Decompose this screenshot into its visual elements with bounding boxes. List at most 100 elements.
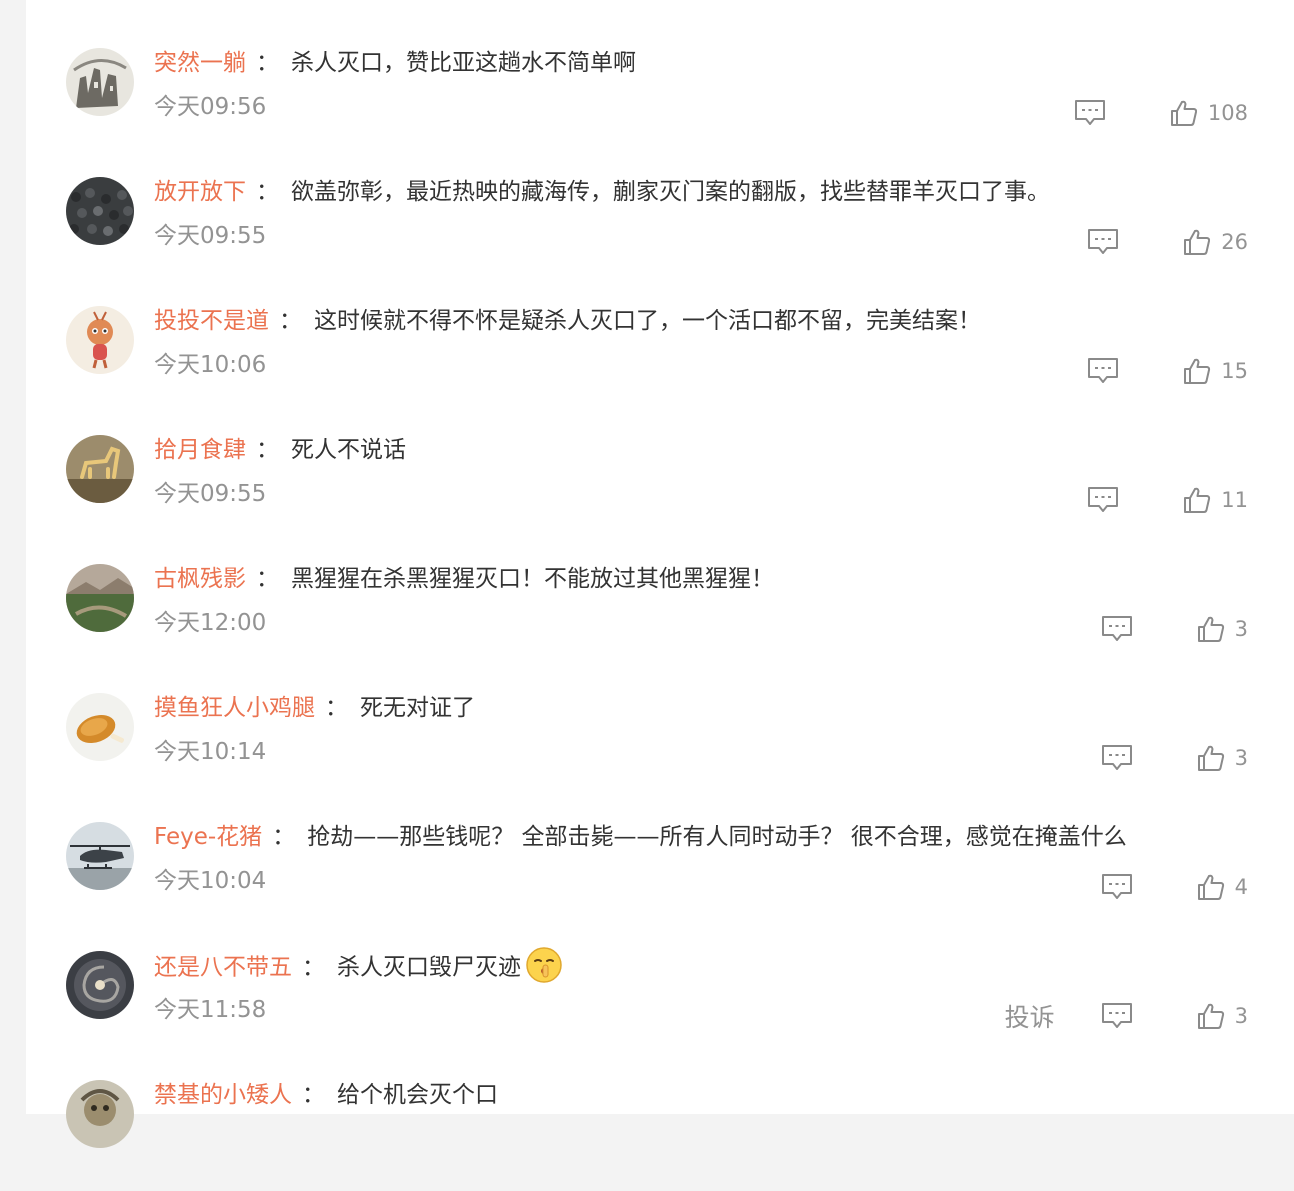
username-link[interactable]: 古枫残影	[154, 566, 246, 592]
reply-icon[interactable]	[1087, 357, 1119, 385]
like-button[interactable]: 26	[1183, 228, 1248, 256]
comment-item: Feye-花猪 ： 抢劫——那些钱呢？ 全部击毙——所有人同时动手？ 很不合理，感觉…	[26, 804, 1294, 933]
user-avatar[interactable]	[66, 48, 134, 116]
comment-time: 今天09:56	[154, 94, 267, 120]
thumbs-up-icon	[1184, 229, 1211, 255]
thumbs-up-icon	[1184, 358, 1211, 384]
reply-icon[interactable]	[1101, 615, 1133, 643]
separator: ：	[272, 824, 296, 850]
thumbs-up-icon	[1197, 874, 1224, 900]
like-button[interactable]: 11	[1183, 486, 1248, 514]
like-button[interactable]: 3	[1197, 615, 1248, 643]
separator: ：	[302, 954, 325, 981]
comment-item: 还是八不带五 ： 杀人灭口毁尸灭迹 今天11:58 投诉 3	[26, 933, 1294, 1062]
user-avatar[interactable]	[66, 177, 134, 245]
username-link[interactable]: 禁基的小矮人	[154, 1082, 292, 1108]
user-avatar[interactable]	[66, 693, 134, 761]
user-avatar[interactable]	[66, 951, 134, 1019]
comment-actions: 26	[1087, 225, 1248, 259]
report-button[interactable]: 投诉	[1005, 998, 1055, 1034]
user-avatar[interactable]	[66, 822, 134, 890]
like-count: 3	[1234, 746, 1248, 770]
username-link[interactable]: 拾月食肆	[154, 437, 246, 463]
separator: ：	[256, 437, 279, 463]
thumbs-up-icon	[1184, 487, 1211, 513]
comment-actions: 11	[1087, 483, 1248, 517]
landscape-avatar-icon	[66, 564, 134, 632]
comment-text: 抢劫——那些钱呢？ 全部击毙——所有人同时动手？ 很不合理，感觉在掩盖什么	[307, 824, 1127, 850]
comment-time: 今天09:55	[154, 223, 267, 249]
separator: ：	[256, 50, 279, 76]
comment-text: 这时候就不得不怀是疑杀人灭口了，一个活口都不留，完美结案！	[314, 308, 981, 334]
city-sketch-avatar-icon	[66, 48, 134, 116]
like-button[interactable]: 4	[1197, 873, 1248, 901]
comment-actions: 投诉 3	[1005, 999, 1248, 1033]
comment-item: 禁基的小矮人 ： 给个机会灭个口	[26, 1062, 1294, 1191]
comment-actions: 3	[1101, 741, 1248, 775]
comment-text: 给个机会灭个口	[337, 1082, 498, 1108]
username-link[interactable]: 放开放下	[154, 179, 246, 205]
dwarf-avatar-icon	[66, 1080, 134, 1148]
comment-time: 今天11:58	[154, 997, 267, 1023]
separator: ：	[256, 566, 279, 592]
comment-item: 拾月食肆 ： 死人不说话 今天09:55 11	[26, 417, 1294, 546]
like-count: 15	[1221, 359, 1248, 383]
comment-item: 投投不是道 ： 这时候就不得不怀是疑杀人灭口了，一个活口都不留，完美结案！ 今天10…	[26, 288, 1294, 417]
like-count: 26	[1221, 230, 1248, 254]
helicopter-avatar-icon	[66, 822, 134, 890]
thumbs-up-icon	[1197, 1003, 1224, 1029]
like-button[interactable]: 15	[1183, 357, 1248, 385]
chicken-leg-avatar-icon	[66, 693, 134, 761]
comment-item: 古枫残影 ： 黑猩猩在杀黑猩猩灭口！不能放过其他黑猩猩！ 今天12:00 3	[26, 546, 1294, 675]
comment-item: 放开放下 ： 欲盖弥彰，最近热映的藏海传，蒯家灭门案的翻版，找些替罪羊灭口了事。 今…	[26, 159, 1294, 288]
like-count: 11	[1221, 488, 1248, 512]
username-link[interactable]: 投投不是道	[154, 308, 269, 334]
username-link[interactable]: 突然一躺	[154, 50, 246, 76]
comment-item: 摸鱼狂人小鸡腿 ： 死无对证了 今天10:14 3	[26, 675, 1294, 804]
comment-actions: 4	[1101, 870, 1248, 904]
comment-text: 杀人灭口毁尸灭迹	[337, 954, 521, 981]
comment-time: 今天10:04	[154, 868, 267, 894]
crowd-avatar-icon	[66, 177, 134, 245]
reply-icon[interactable]	[1101, 1002, 1133, 1030]
separator: ：	[325, 695, 348, 721]
separator: ：	[256, 179, 279, 205]
comment-text: 欲盖弥彰，最近热映的藏海传，蒯家灭门案的翻版，找些替罪羊灭口了事。	[291, 179, 1050, 205]
comment-time: 今天09:55	[154, 481, 267, 507]
reply-icon[interactable]	[1101, 744, 1133, 772]
shush-emoji-icon	[526, 947, 562, 983]
comment-panel: 突然一躺：杀人灭口，赞比亚这趟水不简单啊 今天09:56 108 放开放下 ： …	[26, 0, 1294, 1148]
thumbs-up-icon	[1197, 745, 1224, 771]
like-button[interactable]: 3	[1197, 744, 1248, 772]
thumbs-up-icon	[1170, 100, 1197, 126]
reply-icon[interactable]	[1087, 486, 1119, 514]
monkey-cartoon-avatar-icon	[66, 306, 134, 374]
reply-icon[interactable]	[1074, 99, 1106, 127]
comment-text: 黑猩猩在杀黑猩猩灭口！不能放过其他黑猩猩！	[291, 566, 774, 592]
user-avatar[interactable]	[66, 1080, 134, 1148]
reply-icon[interactable]	[1101, 873, 1133, 901]
comment-item: 突然一躺 ： 杀人灭口，赞比亚这趟水不简单啊 今天09:56 108	[26, 30, 1294, 159]
comment-text: 死人不说话	[291, 437, 406, 463]
user-avatar[interactable]	[66, 564, 134, 632]
comment-text: 杀人灭口，赞比亚这趟水不简单啊	[291, 50, 636, 76]
user-avatar[interactable]	[66, 306, 134, 374]
comment-actions: 15	[1087, 354, 1248, 388]
comment-text: 死无对证了	[360, 695, 475, 721]
like-button[interactable]: 108	[1170, 99, 1248, 127]
like-button[interactable]: 3	[1197, 1002, 1248, 1030]
comment-actions: 3	[1101, 612, 1248, 646]
separator: ：	[279, 308, 302, 334]
user-avatar[interactable]	[66, 435, 134, 503]
like-count: 3	[1234, 617, 1248, 641]
like-count: 108	[1207, 101, 1248, 125]
horse-sculpture-avatar-icon	[66, 435, 134, 503]
comment-time: 今天10:06	[154, 352, 267, 378]
reply-icon[interactable]	[1087, 228, 1119, 256]
username-link[interactable]: Feye-花猪	[154, 824, 262, 850]
comment-actions: 108	[1074, 96, 1248, 130]
comment-time: 今天12:00	[154, 610, 267, 636]
username-link[interactable]: 还是八不带五	[154, 955, 292, 981]
username-link[interactable]: 摸鱼狂人小鸡腿	[154, 695, 315, 721]
like-count: 3	[1234, 1004, 1248, 1028]
